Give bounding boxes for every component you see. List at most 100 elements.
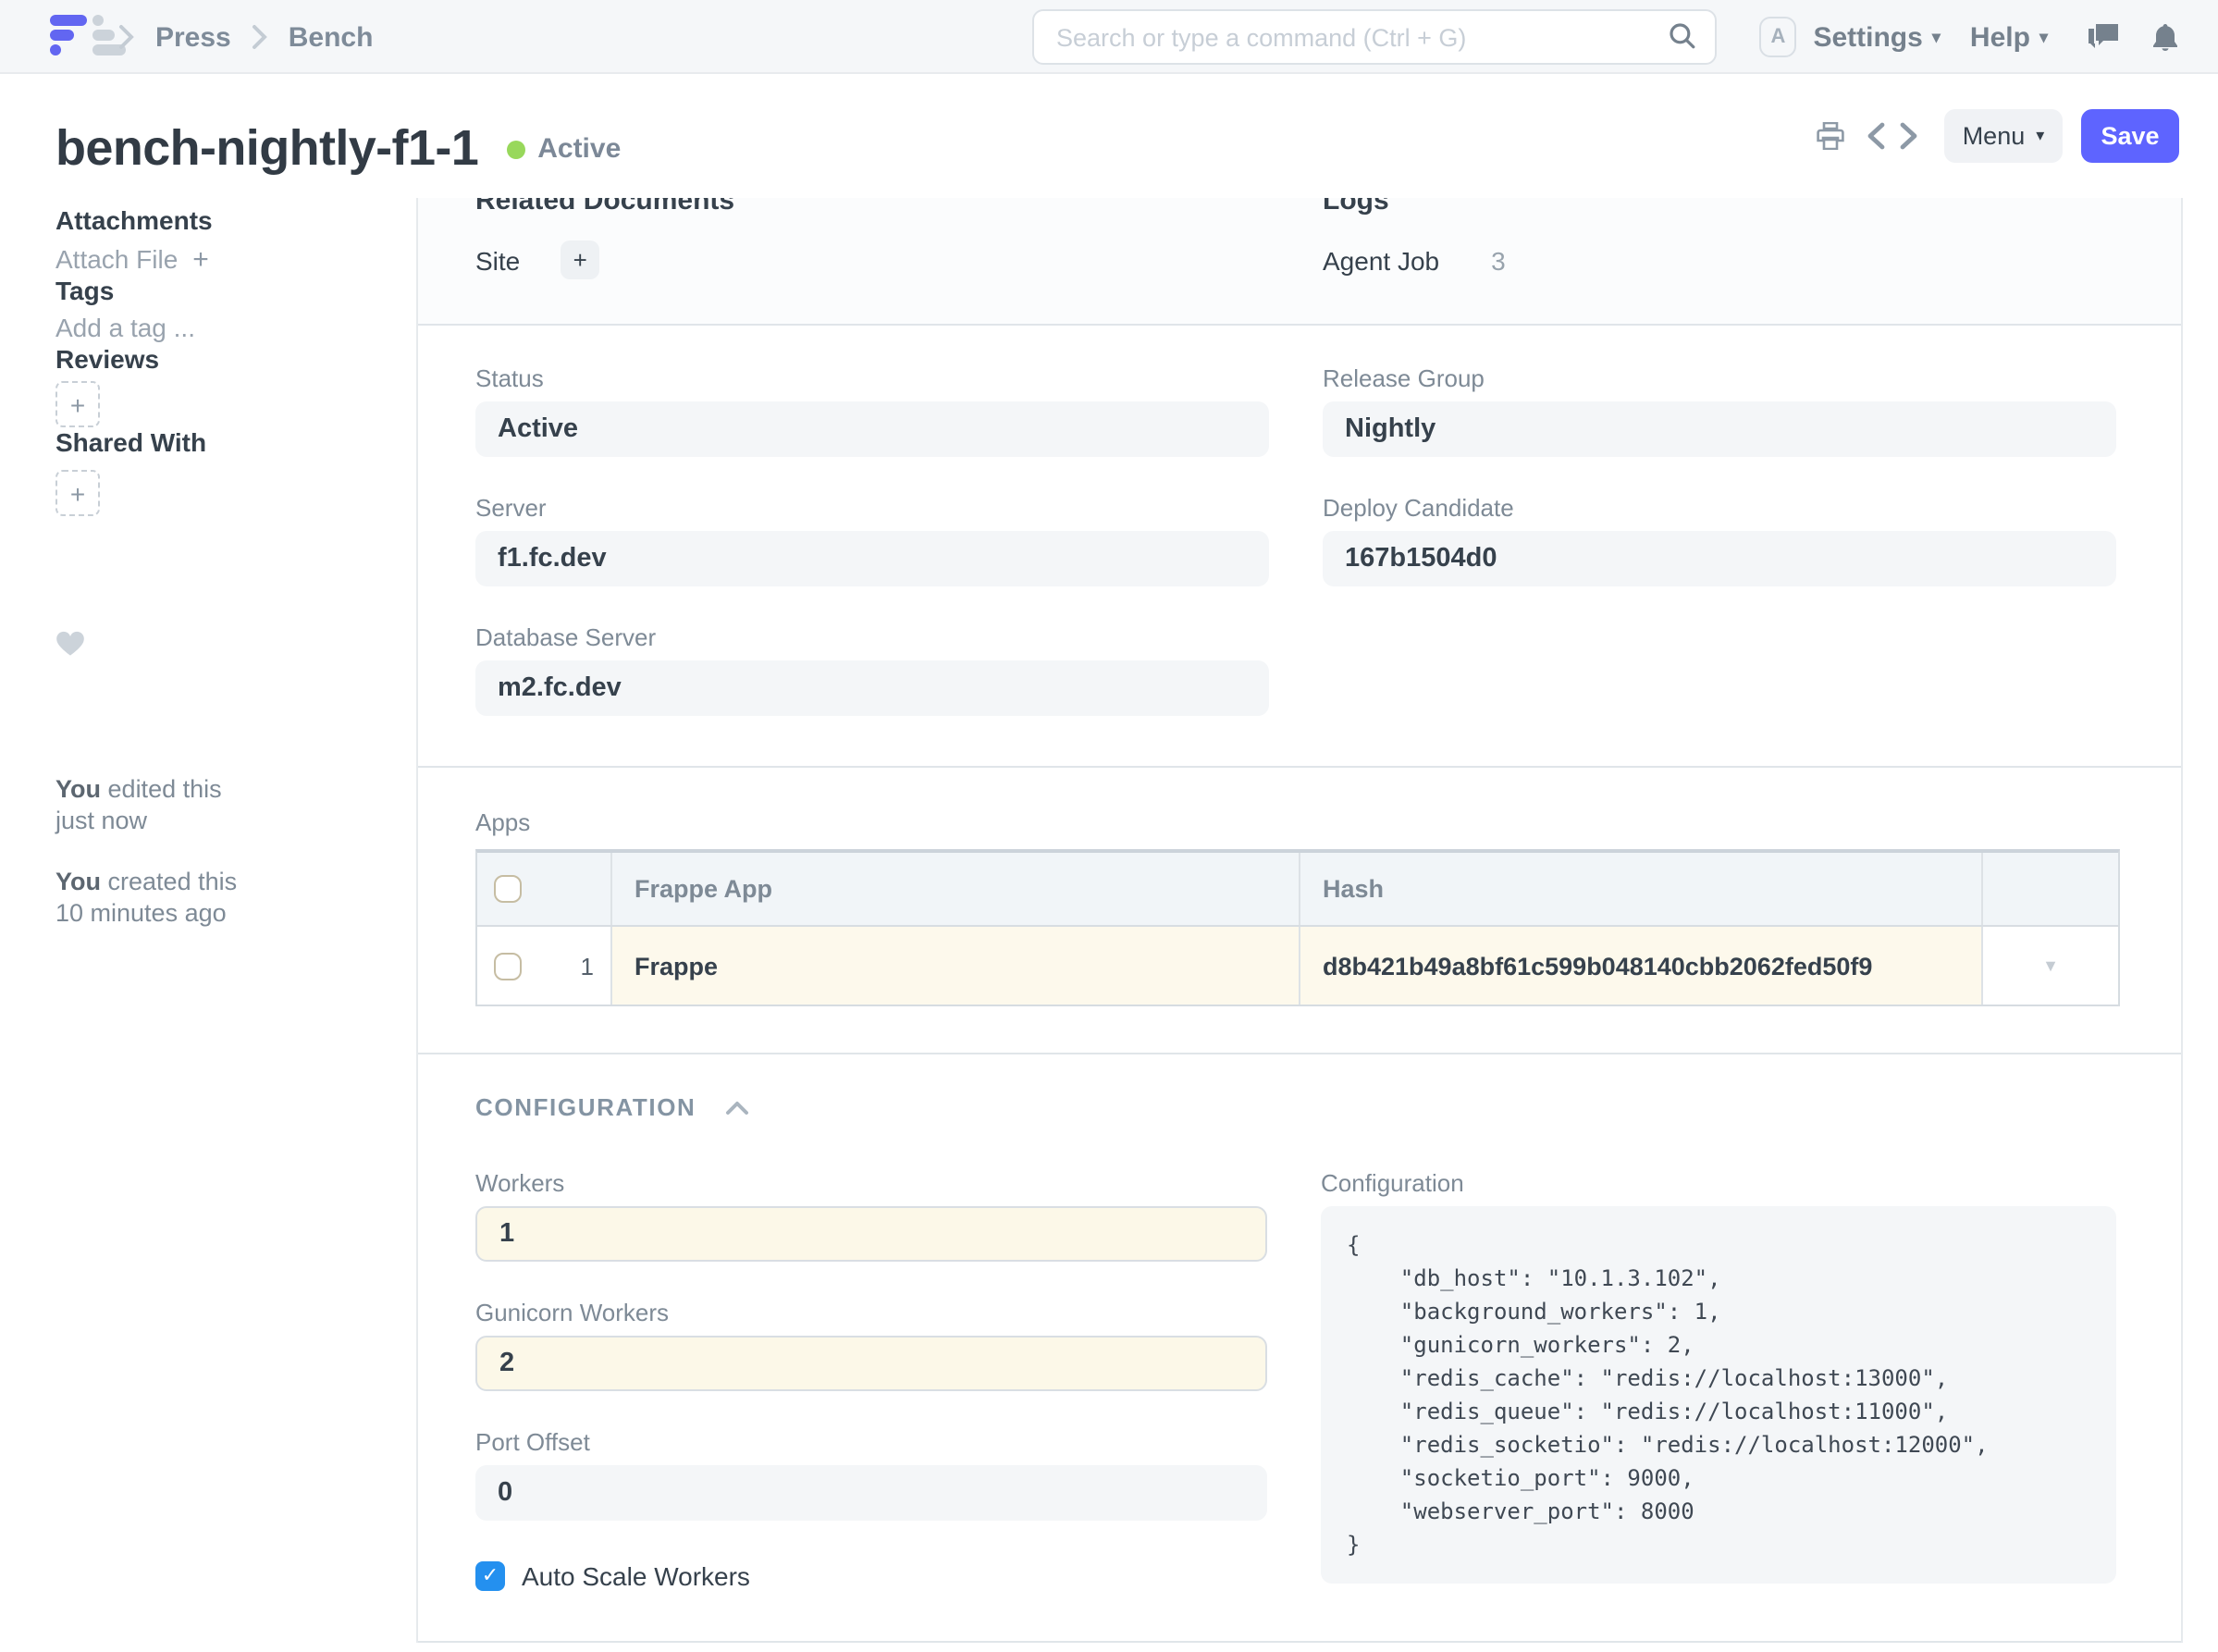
field-release-group: Release Group Nightly bbox=[1323, 364, 2116, 457]
plus-icon: + bbox=[192, 244, 209, 276]
shared-with-heading: Shared With bbox=[55, 427, 379, 457]
search-input[interactable] bbox=[1032, 9, 1717, 65]
reviews-heading: Reviews bbox=[55, 344, 379, 374]
field-database-server: Database Server m2.fc.dev bbox=[475, 623, 1269, 716]
column-header-frappe-app: Frappe App bbox=[612, 853, 1300, 925]
deploy-candidate-field[interactable]: 167b1504d0 bbox=[1323, 531, 2116, 586]
dropdown-triangle-icon: ▼ bbox=[2042, 957, 2059, 974]
row-number: 1 bbox=[581, 952, 594, 980]
configuration-section: CONFIGURATION Workers 1 Gunicorn Workers bbox=[418, 1054, 2181, 1643]
breadcrumb-item-press[interactable]: Press bbox=[155, 21, 231, 53]
select-all-checkbox[interactable] bbox=[494, 875, 522, 903]
apps-grid: Frappe App Hash 1 Frappe d8b421b49a8bf61… bbox=[475, 849, 2120, 1006]
release-group-field[interactable]: Nightly bbox=[1323, 401, 2116, 457]
add-tag-button[interactable]: Add a tag ... bbox=[55, 313, 379, 344]
caret-down-icon: ▾ bbox=[1932, 29, 1941, 45]
navbar-actions: A Settings ▾ Help ▾ bbox=[1759, 0, 2179, 74]
configuration-json-label: Configuration bbox=[1321, 1169, 2116, 1199]
add-site-button[interactable]: + bbox=[561, 240, 599, 279]
deploy-candidate-label: Deploy Candidate bbox=[1323, 494, 2116, 524]
related-doc-site-link[interactable]: Site bbox=[475, 245, 520, 275]
chevron-right-icon bbox=[252, 24, 268, 50]
help-menu[interactable]: Help ▾ bbox=[1970, 21, 2048, 53]
agent-job-link[interactable]: Agent Job bbox=[1323, 246, 1439, 276]
apps-section: Apps Frappe App Hash 1 bbox=[418, 768, 2181, 1054]
prev-document-icon[interactable] bbox=[1867, 122, 1885, 150]
chat-icon[interactable] bbox=[2087, 22, 2120, 52]
navbar: Press Bench A Settings ▾ Help ▾ bbox=[0, 0, 2218, 74]
field-port-offset: Port Offset 0 bbox=[475, 1428, 1267, 1521]
field-status: Status Active bbox=[475, 364, 1269, 457]
attachments-heading: Attachments bbox=[55, 205, 379, 235]
port-offset-label: Port Offset bbox=[475, 1428, 1267, 1458]
add-review-button[interactable]: + bbox=[55, 381, 100, 427]
form-dashboard: Related Documents Site + Logs Agent Job … bbox=[418, 198, 2181, 326]
menu-button[interactable]: Menu ▾ bbox=[1944, 109, 2063, 163]
add-share-button[interactable]: + bbox=[55, 470, 100, 516]
form-sidebar: Attachments Attach File + Tags Add a tag… bbox=[0, 198, 416, 929]
related-documents-heading: Related Documents bbox=[475, 198, 1269, 216]
field-gunicorn-workers: Gunicorn Workers 2 bbox=[475, 1299, 1267, 1391]
tags-heading: Tags bbox=[55, 276, 379, 305]
avatar[interactable]: A bbox=[1759, 17, 1796, 57]
server-field[interactable]: f1.fc.dev bbox=[475, 531, 1269, 586]
next-document-icon[interactable] bbox=[1900, 122, 1918, 150]
search-icon bbox=[1669, 22, 1696, 59]
print-icon[interactable] bbox=[1817, 122, 1844, 150]
gunicorn-workers-input[interactable]: 2 bbox=[475, 1336, 1267, 1391]
breadcrumb: Press Bench bbox=[118, 0, 373, 74]
status-indicator-label: Active bbox=[537, 133, 621, 165]
status-indicator-dot bbox=[506, 140, 524, 158]
global-search bbox=[1032, 9, 1717, 65]
notifications-bell-icon[interactable] bbox=[2151, 21, 2179, 53]
workers-label: Workers bbox=[475, 1169, 1267, 1199]
hash-cell[interactable]: d8b421b49a8bf61c599b048140cbb2062fed50f9 bbox=[1300, 927, 1983, 1005]
plus-icon: + bbox=[70, 478, 85, 508]
port-offset-input[interactable]: 0 bbox=[475, 1465, 1267, 1521]
agent-job-count: 3 bbox=[1491, 246, 1506, 276]
auto-scale-checkbox[interactable]: ✓ bbox=[475, 1561, 505, 1591]
configuration-section-title[interactable]: CONFIGURATION bbox=[475, 1093, 696, 1123]
settings-menu[interactable]: Settings ▾ bbox=[1813, 21, 1940, 53]
row-expand-control[interactable]: ▼ bbox=[1983, 927, 2118, 1005]
row-checkbox[interactable] bbox=[494, 952, 522, 980]
edited-history: You edited this just now bbox=[55, 773, 379, 836]
caret-down-icon: ▾ bbox=[2036, 128, 2044, 144]
field-server: Server f1.fc.dev bbox=[475, 494, 1269, 586]
apps-label: Apps bbox=[475, 808, 2116, 838]
database-server-label: Database Server bbox=[475, 623, 1269, 653]
details-section: Status Active Server f1.fc.dev Database … bbox=[418, 326, 2181, 768]
form-body: Related Documents Site + Logs Agent Job … bbox=[416, 198, 2183, 1643]
database-server-field[interactable]: m2.fc.dev bbox=[475, 660, 1269, 716]
logs-heading: Logs bbox=[1323, 198, 2116, 216]
check-icon: ✓ bbox=[482, 1566, 499, 1586]
status-field[interactable]: Active bbox=[475, 401, 1269, 457]
app-logo-icon[interactable] bbox=[50, 15, 126, 55]
column-header-hash: Hash bbox=[1300, 853, 1983, 925]
table-row: 1 Frappe d8b421b49a8bf61c599b048140cbb20… bbox=[477, 927, 2118, 1005]
gunicorn-workers-label: Gunicorn Workers bbox=[475, 1299, 1267, 1328]
attach-file-button[interactable]: Attach File + bbox=[55, 244, 379, 276]
plus-icon: + bbox=[70, 389, 85, 419]
chevron-right-icon bbox=[118, 24, 135, 50]
field-configuration-json: Configuration { "db_host": "10.1.3.102",… bbox=[1321, 1169, 2116, 1584]
server-label: Server bbox=[475, 494, 1269, 524]
save-button[interactable]: Save bbox=[2081, 109, 2179, 163]
field-auto-scale-workers: ✓ Auto Scale Workers bbox=[475, 1561, 1267, 1591]
configuration-json-code: { "db_host": "10.1.3.102", "background_w… bbox=[1321, 1206, 2116, 1584]
collapse-chevron-up-icon[interactable] bbox=[725, 1101, 749, 1116]
apps-grid-header: Frappe App Hash bbox=[477, 853, 2118, 927]
plus-icon: + bbox=[573, 246, 587, 274]
like-heart-icon[interactable] bbox=[55, 631, 379, 662]
field-deploy-candidate: Deploy Candidate 167b1504d0 bbox=[1323, 494, 2116, 586]
release-group-label: Release Group bbox=[1323, 364, 2116, 394]
field-workers: Workers 1 bbox=[475, 1169, 1267, 1262]
created-history: You created this 10 minutes ago bbox=[55, 866, 379, 929]
app-cell[interactable]: Frappe bbox=[612, 927, 1300, 1005]
page-title: bench-nightly-f1-1 bbox=[55, 120, 478, 178]
caret-down-icon: ▾ bbox=[2039, 29, 2048, 45]
breadcrumb-item-bench[interactable]: Bench bbox=[289, 21, 374, 53]
workers-input[interactable]: 1 bbox=[475, 1206, 1267, 1262]
auto-scale-label: Auto Scale Workers bbox=[522, 1561, 750, 1591]
status-label: Status bbox=[475, 364, 1269, 394]
